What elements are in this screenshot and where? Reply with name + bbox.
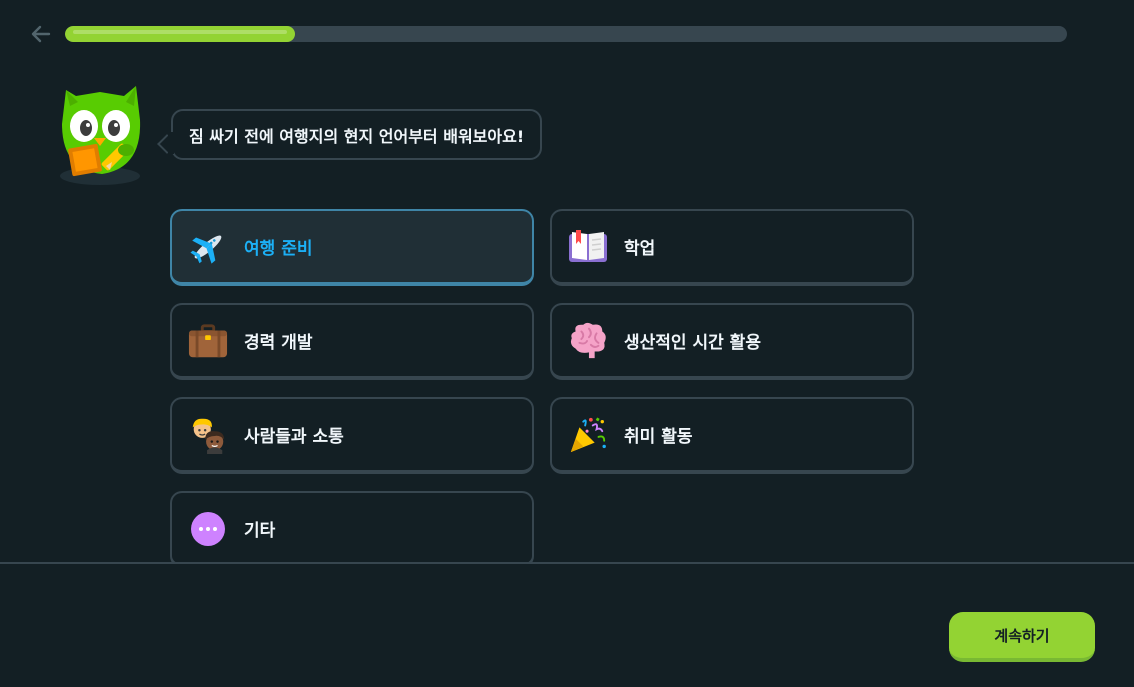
briefcase-icon [188,321,228,361]
option-other[interactable]: 기타 [170,491,534,563]
brain-icon [568,321,608,361]
airplane-icon [188,227,228,267]
option-productive[interactable]: 생산적인 시간 활용 [550,303,914,380]
option-label: 여행 준비 [244,239,313,259]
footer-divider [0,562,1134,564]
option-label: 생산적인 시간 활용 [624,333,761,353]
option-label: 사람들과 소통 [244,427,344,447]
option-hobby[interactable]: 취미 활동 [550,397,914,474]
option-travel[interactable]: 여행 준비 [170,209,534,286]
continue-button[interactable]: 계속하기 [949,612,1095,662]
people-icon [188,415,228,455]
book-icon [568,227,608,267]
option-label: 취미 활동 [624,427,693,447]
option-social[interactable]: 사람들과 소통 [170,397,534,474]
option-label: 학업 [624,239,656,259]
option-label: 경력 개발 [244,333,313,353]
party-popper-icon [568,415,608,455]
option-study[interactable]: 학업 [550,209,914,286]
option-career[interactable]: 경력 개발 [170,303,534,380]
option-label: 기타 [244,521,276,541]
more-dots-icon [188,509,228,549]
options-area: 여행 준비 학업 경력 개발 생산적인 시간 활용 사람들과 소통 취미 활동 … [0,0,1134,563]
